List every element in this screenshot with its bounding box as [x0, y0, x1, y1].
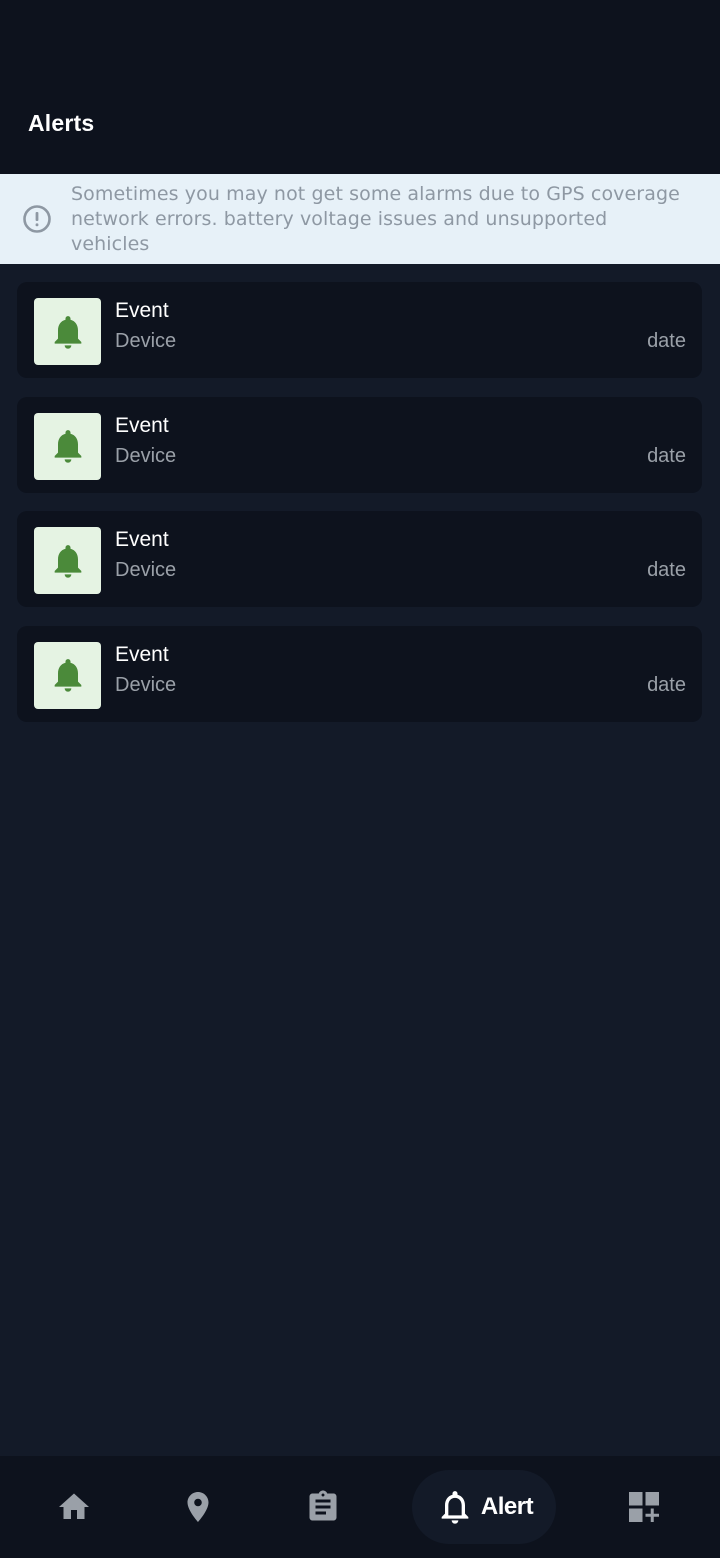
alert-event: Event: [115, 642, 169, 666]
alert-event: Event: [115, 413, 169, 437]
alert-date: date: [647, 559, 686, 581]
bottom-navigation: Alert: [0, 1456, 720, 1558]
nav-location[interactable]: [161, 1456, 235, 1558]
bell-icon: [54, 544, 81, 578]
nav-alert-label: Alert: [480, 1493, 534, 1520]
nav-dashboard-add[interactable]: [607, 1456, 681, 1558]
alert-thumbnail: [34, 641, 101, 709]
alert-card[interactable]: Event Device date: [17, 282, 702, 378]
gps-notice-banner: Sometimes you may not get some alarms du…: [0, 174, 720, 264]
nav-home[interactable]: [37, 1456, 111, 1558]
home-icon: [59, 1493, 89, 1519]
alert-card[interactable]: Event Device date: [17, 625, 702, 722]
dashboard-add-icon: [629, 1492, 659, 1522]
alert-thumbnail: [34, 527, 101, 594]
alerts-screen: Alerts Sometimes you may not get some al…: [0, 0, 720, 1558]
nav-alert[interactable]: Alert: [412, 1470, 556, 1544]
alert-event: Event: [115, 299, 169, 322]
alert-date: date: [647, 330, 686, 352]
bell-icon: [54, 659, 81, 692]
alert-date: date: [647, 444, 686, 467]
app-header: Alerts: [0, 0, 720, 174]
bell-icon: [54, 315, 81, 349]
clipboard-icon: [309, 1490, 337, 1521]
alert-event: Event: [115, 528, 169, 551]
bell-icon: [441, 1491, 469, 1524]
alert-device: Device: [115, 444, 177, 467]
alert-device: Device: [115, 330, 177, 352]
alert-list: Event Device date Event Device date Even…: [17, 282, 702, 740]
nav-reports[interactable]: [286, 1456, 360, 1558]
alert-device: Device: [115, 673, 177, 696]
alert-card[interactable]: Event Device date: [17, 396, 702, 493]
location-pin-icon: [187, 1492, 209, 1522]
notice-text: Sometimes you may not get some alarms du…: [71, 182, 680, 255]
info-circle-icon: [23, 205, 51, 233]
alert-card[interactable]: Event Device date: [17, 511, 702, 607]
bell-icon: [54, 430, 81, 463]
page-title: Alerts: [28, 110, 95, 136]
alert-thumbnail: [34, 412, 101, 480]
alert-device: Device: [115, 559, 177, 581]
alert-date: date: [647, 673, 686, 696]
alert-thumbnail: [34, 298, 101, 365]
